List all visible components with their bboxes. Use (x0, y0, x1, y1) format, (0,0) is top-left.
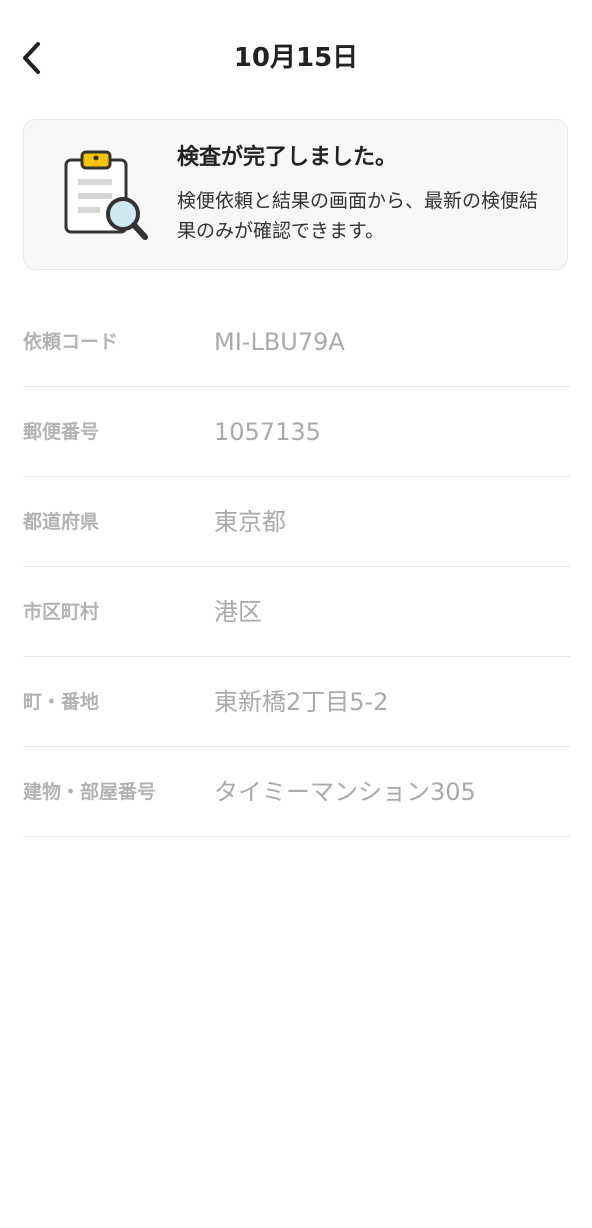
header-bar: 10月15日 (0, 0, 592, 116)
notice-title: 検査が完了しました。 (177, 145, 398, 170)
field-row-city: 市区町村 港区 (23, 567, 570, 657)
field-label: 依頼コード (23, 331, 119, 353)
field-value: 港区 (214, 598, 262, 626)
field-value: MI-LBU79A (214, 328, 345, 356)
field-value: 東京都 (214, 508, 286, 536)
field-value: タイミーマンション305 (214, 778, 476, 806)
field-label: 市区町村 (23, 601, 100, 623)
field-row-postal-code: 郵便番号 1057135 (23, 387, 570, 477)
page-title: 10月15日 (233, 43, 359, 73)
notice-body: 検便依頼と結果の画面から、最新の検便結果のみが確認できます。 (177, 190, 539, 242)
completion-notice: 検査が完了しました。 検便依頼と結果の画面から、最新の検便結果のみが確認できます… (23, 119, 568, 270)
field-label: 町・番地 (23, 691, 100, 713)
field-label: 都道府県 (23, 511, 100, 533)
request-details-list: 依頼コード MI-LBU79A 郵便番号 1057135 都道府県 東京都 市区… (23, 297, 570, 837)
field-row-street-address: 町・番地 東新橋2丁目5-2 (23, 657, 570, 747)
field-label: 郵便番号 (23, 421, 100, 443)
field-row-building-room: 建物・部屋番号 タイミーマンション305 (23, 747, 570, 837)
field-label: 建物・部屋番号 (23, 781, 157, 803)
field-row-request-code: 依頼コード MI-LBU79A (23, 297, 570, 387)
field-value: 東新橋2丁目5-2 (214, 688, 389, 716)
field-value: 1057135 (214, 418, 321, 446)
clipboard-search-icon (64, 150, 148, 240)
field-row-prefecture: 都道府県 東京都 (23, 477, 570, 567)
